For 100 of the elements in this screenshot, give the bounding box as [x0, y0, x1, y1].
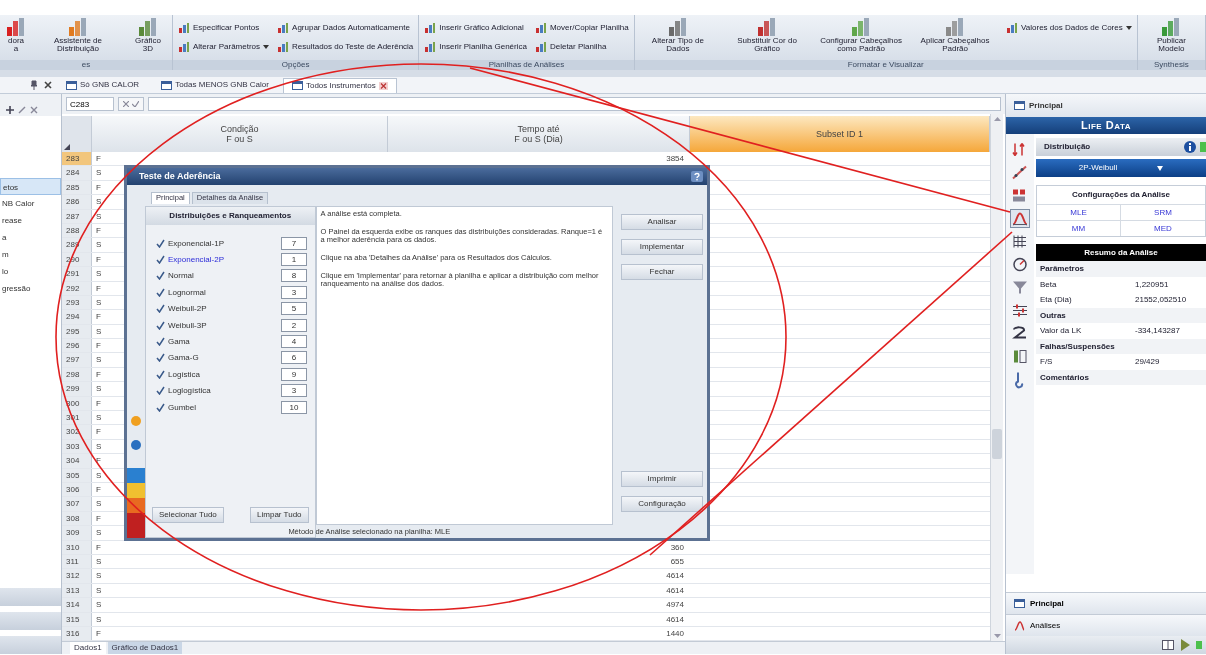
bell-curve-icon[interactable]	[1010, 209, 1030, 228]
chart-icon	[177, 41, 190, 53]
add-icon[interactable]	[6, 106, 14, 114]
column-header[interactable]: Tempo até F ou S (Dia)	[388, 116, 690, 152]
table-cell: 4974	[666, 600, 684, 610]
ribbon-button[interactable]: Substituir Cor do Gráfico	[722, 17, 813, 54]
checkbox-checked-icon[interactable]	[156, 271, 165, 281]
ribbon-button[interactable]: Alterar Tipo de Dados	[637, 17, 719, 54]
checkbox-checked-icon[interactable]	[156, 287, 165, 297]
ribbon-button[interactable]: Assistente de Distribuição	[33, 17, 123, 54]
ribbon-button[interactable]: Inserir Gráfico Adicional	[422, 22, 529, 34]
row-header[interactable]: 294	[62, 310, 92, 324]
close-icon[interactable]	[44, 81, 52, 89]
ribbon-button[interactable]: dora a	[3, 17, 29, 54]
method-link[interactable]: MED	[1121, 220, 1205, 236]
checkbox-checked-icon[interactable]	[156, 386, 165, 396]
rank-value: 8	[281, 269, 307, 283]
row-header[interactable]: 291	[62, 267, 92, 281]
checkbox-checked-icon[interactable]	[156, 320, 165, 330]
chart-icon	[1006, 22, 1019, 34]
row-header[interactable]: 297	[62, 353, 92, 367]
dialog-button[interactable]: Fechar	[621, 264, 703, 280]
sheet-tab[interactable]: Gráfico de Dados1	[107, 642, 183, 654]
checkbox-checked-icon[interactable]	[156, 353, 165, 363]
document-tab[interactable]: Todos Instrumentos	[282, 77, 397, 93]
ribbon-button[interactable]: Deletar Planilha	[532, 41, 631, 53]
table-cell: 655	[670, 556, 684, 566]
dialog-button[interactable]: Implementar	[621, 239, 703, 255]
select-all-icon[interactable]	[64, 144, 70, 150]
tree-item[interactable]: rease	[0, 212, 61, 229]
checkbox-checked-icon[interactable]	[156, 402, 165, 412]
ribbon-button[interactable]: Inserir Planilha Genérica	[422, 41, 529, 53]
row-header[interactable]: 286	[62, 195, 92, 209]
info-icon[interactable]	[1184, 141, 1196, 153]
panel-title: Principal	[1029, 100, 1063, 111]
ribbon-button[interactable]: Gráfico 3D	[127, 17, 169, 54]
field-value: 29/429	[1135, 357, 1160, 367]
scrollbar-thumb[interactable]	[992, 429, 1002, 459]
group-label: Synthesis	[1137, 60, 1205, 70]
method-link[interactable]: SRM	[1121, 204, 1205, 220]
column-header[interactable]: Subset ID 1	[690, 116, 990, 152]
checkbox-checked-icon[interactable]	[156, 304, 165, 314]
scrollbar[interactable]	[990, 114, 1003, 641]
gauge-icon[interactable]	[1010, 255, 1030, 274]
table-cell: F	[96, 182, 101, 192]
row-header[interactable]: 314	[62, 598, 92, 612]
ribbon-button[interactable]: Especificar Pontos	[175, 22, 272, 34]
help-icon[interactable]	[691, 171, 703, 182]
edit-icon[interactable]	[18, 106, 26, 114]
row-header[interactable]: 312	[62, 569, 92, 583]
play-icon[interactable]	[1180, 639, 1190, 651]
dialog-button[interactable]: Imprimir	[621, 471, 703, 487]
row-header[interactable]: 307	[62, 497, 92, 511]
ribbon-button[interactable]: Aplicar Cabeçalhos Padrão	[910, 17, 1001, 54]
formula-field[interactable]	[148, 97, 1001, 111]
pin-icon[interactable]	[30, 80, 38, 90]
tree-item[interactable]: lo	[0, 263, 61, 280]
tree-item[interactable]: a	[0, 229, 61, 246]
method-link[interactable]: MLE	[1037, 204, 1121, 220]
row-header[interactable]: 299	[62, 382, 92, 396]
ribbon-button[interactable]: Valores dos Dados de Cores	[1004, 22, 1134, 34]
row-header[interactable]: 304	[62, 454, 92, 468]
check-icon[interactable]	[132, 101, 139, 107]
row-header[interactable]: 309	[62, 526, 92, 540]
ribbon-button[interactable]: Alterar Parâmetros	[175, 41, 272, 53]
row-header[interactable]: 296	[62, 339, 92, 353]
cancel-icon[interactable]	[123, 101, 129, 107]
sheet-tab[interactable]: Dados1	[70, 642, 106, 654]
navigation-button[interactable]: Análises	[1006, 614, 1206, 636]
tree-item[interactable]: etos	[0, 178, 61, 195]
distribution-dropdown[interactable]: 2P-Weibull	[1036, 159, 1206, 177]
document-tab[interactable]: Todas MENOS GNB Calor	[153, 77, 277, 93]
tree-item[interactable]: m	[0, 246, 61, 263]
dialog-button[interactable]: Selecionar Tudo	[152, 507, 224, 523]
dialog-button[interactable]: Analisar	[621, 214, 703, 230]
ribbon-button[interactable]: Publicar Modelo	[1140, 17, 1202, 54]
column-header[interactable]: Condição F ou S	[92, 116, 388, 152]
distribution-name: Lognormal	[168, 287, 207, 297]
table-cell: S	[96, 168, 102, 178]
navigation-button[interactable]: Principal	[1006, 592, 1206, 614]
cell-reference-field[interactable]: C283	[66, 97, 114, 111]
checkbox-checked-icon[interactable]	[156, 255, 165, 265]
ribbon-button[interactable]: Resultados do Teste de Aderência	[275, 41, 416, 53]
checkbox-checked-icon[interactable]	[156, 337, 165, 347]
ribbon-button[interactable]: Configurar Cabeçalhos como Padrão	[816, 17, 907, 54]
row-header[interactable]: 284	[62, 166, 92, 180]
chart-icon	[277, 22, 290, 34]
layout-icon[interactable]	[1162, 640, 1174, 650]
dialog-button[interactable]: Configuração	[621, 496, 703, 512]
dialog-button[interactable]: Limpar Tudo	[250, 507, 309, 523]
tree-item[interactable]: NB Calor	[0, 195, 61, 212]
checkbox-checked-icon[interactable]	[156, 369, 165, 379]
checkbox-checked-icon[interactable]	[156, 238, 165, 248]
ribbon-button[interactable]: Mover/Copiar Planilha	[532, 22, 631, 34]
method-link[interactable]: MM	[1037, 220, 1121, 236]
row-header[interactable]: 283	[62, 152, 92, 166]
document-tab[interactable]: Só GNB CALOR	[58, 77, 148, 93]
tree-item[interactable]: gressão	[0, 280, 61, 297]
distribution-name: Weibull-2P	[168, 304, 208, 314]
ribbon-button[interactable]: Agrupar Dados Automaticamente	[275, 22, 416, 34]
